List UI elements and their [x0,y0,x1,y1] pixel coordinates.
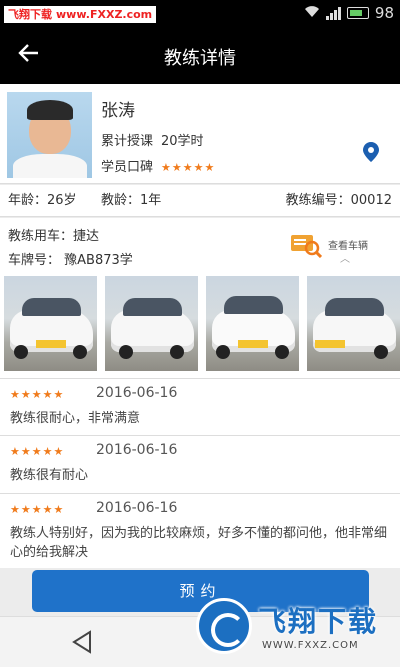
review-date: 2016-06-16 [96,442,178,458]
status-icons: 98 [304,4,394,22]
watermark-top-url: www.FXXZ.com [56,8,153,21]
battery-level: 98 [374,4,394,22]
reputation-label: 学员口碑 [101,160,154,175]
reputation-stars: ★★★★★ [161,161,216,174]
car-list-icon [290,232,323,262]
lessons-total: 累计授课 20学时 [101,130,204,149]
status-bar: 飞翔下载 www.FXXZ.com 98 [0,0,400,28]
title-bar: 教练详情 [0,28,400,84]
car-plate: 车牌号： 豫AB873学 [8,253,133,268]
coach-age: 年龄：26岁 [8,193,77,208]
chevron-up-icon: ︿ [340,254,350,265]
car-photo[interactable] [206,276,299,371]
coach-profile-card: 张涛 累计授课 20学时 学员口碑 ★★★★★ [0,84,400,184]
review-stars: ★★★★★ [10,503,65,516]
watermark-top-name: 飞翔下载 [8,8,52,21]
watermark-top: 飞翔下载 www.FXXZ.com [4,6,157,23]
review-text: 教练人特别好，因为我的比较麻烦，好多不懂的都问他，他非常细心的给我解决 [10,526,388,560]
review-list: ★★★★★ 2016-06-16 教练很耐心，非常满意 ★★★★★ 2016-0… [0,378,400,568]
car-plate-badge [315,340,345,348]
coach-teaching-years: 教龄：1年 [101,193,162,208]
watermark-bottom: 飞翔下载 WWW.FXXZ.COM [196,594,396,664]
page-title: 教练详情 [164,48,236,69]
review-text: 教练很耐心，非常满意 [10,411,141,426]
watermark-bottom-url: WWW.FXXZ.COM [262,640,359,651]
car-photo-strip[interactable] [4,276,400,371]
coach-info-row: 年龄：26岁 教龄：1年 教练编号：00012 [0,185,400,217]
car-photo[interactable] [4,276,97,371]
lessons-label: 累计授课 [101,134,154,149]
student-reputation: 学员口碑 ★★★★★ [101,156,215,175]
location-pin-icon[interactable] [362,141,380,163]
car-photo[interactable] [105,276,198,371]
car-plate-badge [36,340,66,348]
review-date: 2016-06-16 [96,385,178,401]
review-item: ★★★★★ 2016-06-16 教练人特别好，因为我的比较麻烦，好多不懂的都问… [0,493,400,568]
wifi-icon [304,4,320,22]
nav-back-icon[interactable] [70,629,96,655]
watermark-logo-icon [196,598,252,654]
view-cars-button[interactable]: 查看车辆 ︿ [290,228,380,272]
coach-number: 教练编号：00012 [285,193,392,208]
car-plate-badge [238,340,268,348]
watermark-bottom-name: 飞翔下载 [258,605,379,638]
coach-car-section: 教练用车：捷达 车牌号： 豫AB873学 查看车辆 ︿ [0,218,400,378]
battery-icon [346,7,369,19]
coach-avatar [7,92,92,178]
review-item: ★★★★★ 2016-06-16 教练很耐心，非常满意 [0,378,400,435]
car-model: 教练用车：捷达 [8,229,100,244]
review-item: ★★★★★ 2016-06-16 教练很有耐心 [0,435,400,493]
coach-name: 张涛 [101,101,135,121]
review-text: 教练很有耐心 [10,468,89,483]
review-stars: ★★★★★ [10,445,65,458]
car-photo[interactable] [307,276,400,371]
review-stars: ★★★★★ [10,388,65,401]
review-date: 2016-06-16 [96,500,178,516]
signal-icon [325,6,341,20]
lessons-value: 20学时 [161,134,204,149]
